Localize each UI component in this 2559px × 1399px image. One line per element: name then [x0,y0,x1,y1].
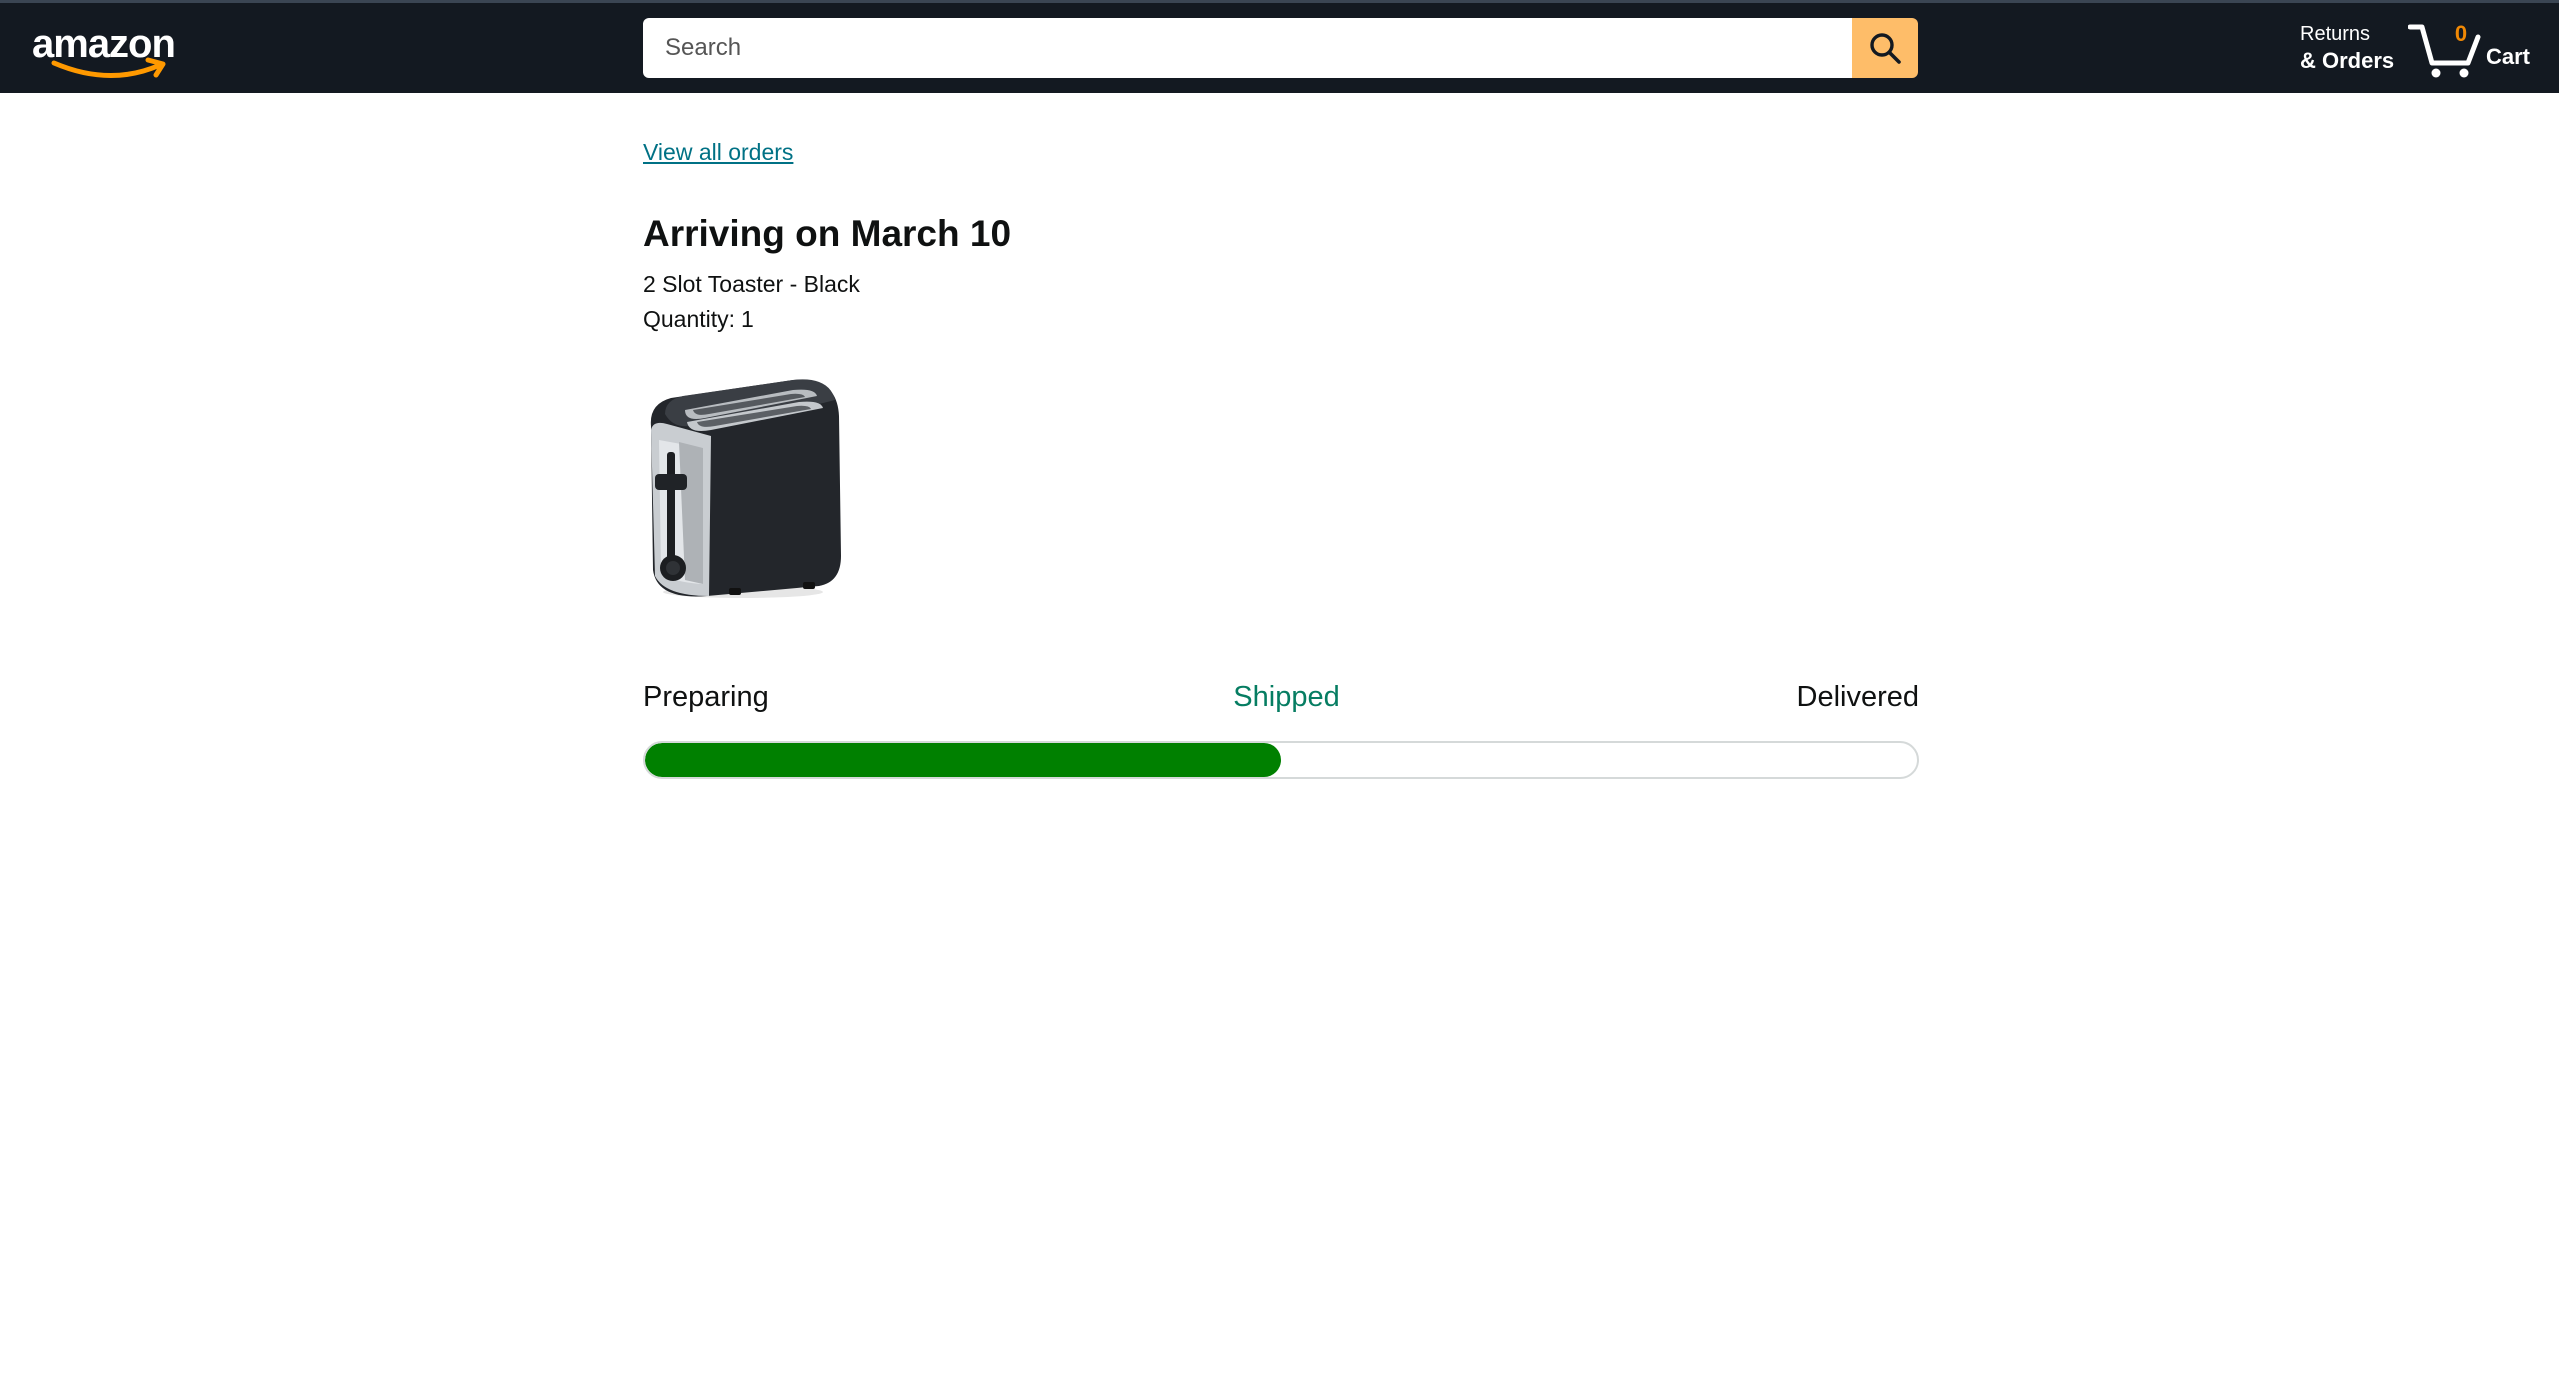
returns-label: Returns [2300,23,2371,45]
search-bar [643,18,1918,78]
amazon-logo[interactable]: amazon [32,21,192,79]
status-delivered: Delivered [1796,681,1920,713]
product-name: 2 Slot Toaster - Black [643,271,860,297]
shipment-status-labels: Preparing Shipped Delivered [643,678,1919,718]
product-image-toaster[interactable] [643,370,843,600]
cart-count-badge: 0 [2454,21,2468,46]
status-preparing: Preparing [643,681,769,713]
cart-button[interactable]: 0 Cart [2408,17,2533,83]
search-input[interactable] [643,18,1852,78]
search-button[interactable] [1852,18,1918,78]
shipment-progress-fill [645,743,1281,777]
site-header: amazon Returns & Orders 0 Cart [0,3,2559,93]
arrival-heading: Arriving on March 10 [643,213,1012,254]
view-all-orders-link[interactable]: View all orders [643,137,793,167]
search-icon [1870,33,1901,64]
returns-orders-link[interactable]: Returns & Orders [2300,21,2410,77]
quantity-label: Quantity: [643,306,736,332]
status-shipped: Shipped [1233,681,1340,713]
logo-smile-icon [51,57,166,78]
quantity-value: 1 [741,306,754,332]
orders-label: & Orders [2300,48,2395,73]
cart-label: Cart [2486,44,2531,69]
quantity-line: Quantity: 1 [643,304,754,334]
shipment-progress-bar [643,741,1919,779]
